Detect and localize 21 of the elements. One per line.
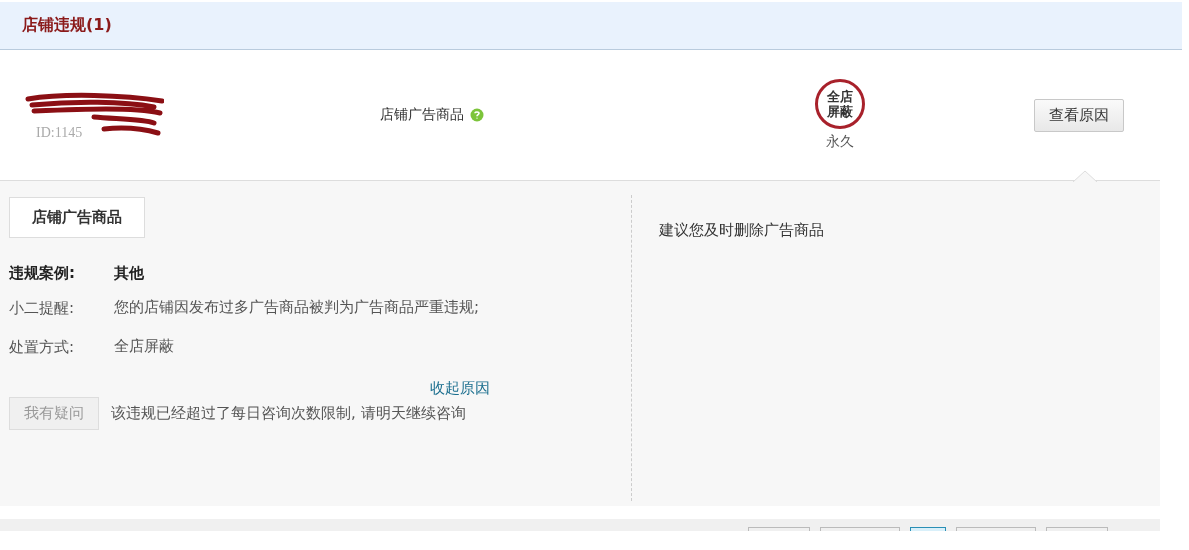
field-value: 全店屏蔽 — [114, 336, 175, 357]
collapse-reason-link[interactable]: 收起原因 — [430, 379, 490, 398]
field-value: 其他 — [114, 264, 145, 283]
pager-button[interactable] — [820, 527, 900, 531]
view-reason-button[interactable]: 查看原因 — [1034, 98, 1124, 132]
section-title: 店铺违规(1) — [22, 15, 112, 36]
penalty-stamp: 全店屏蔽 — [815, 79, 865, 129]
pager-button[interactable] — [748, 527, 810, 531]
appeal-note: 该违规已经超过了每日咨询次数限制, 请明天继续咨询 — [111, 404, 466, 423]
field-label: 小二提醒: — [9, 299, 76, 319]
pager-button[interactable] — [956, 527, 1036, 531]
pager-button[interactable] — [1046, 527, 1108, 531]
penalty-duration: 永久 — [826, 133, 854, 151]
suggestion-text: 建议您及时删除广告商品 — [659, 221, 824, 239]
field-value: 您的店铺因发布过多广告商品被判为广告商品严重违规; — [114, 297, 481, 318]
field-label: 处置方式: — [9, 338, 76, 358]
shop-id: ID:1145 — [36, 125, 83, 141]
pager-button[interactable] — [910, 527, 946, 531]
detail-tab[interactable]: 店铺广告商品 — [9, 197, 145, 238]
violation-type: 店铺广告商品 — [380, 106, 464, 124]
field-label: 违规案例: — [9, 264, 76, 283]
